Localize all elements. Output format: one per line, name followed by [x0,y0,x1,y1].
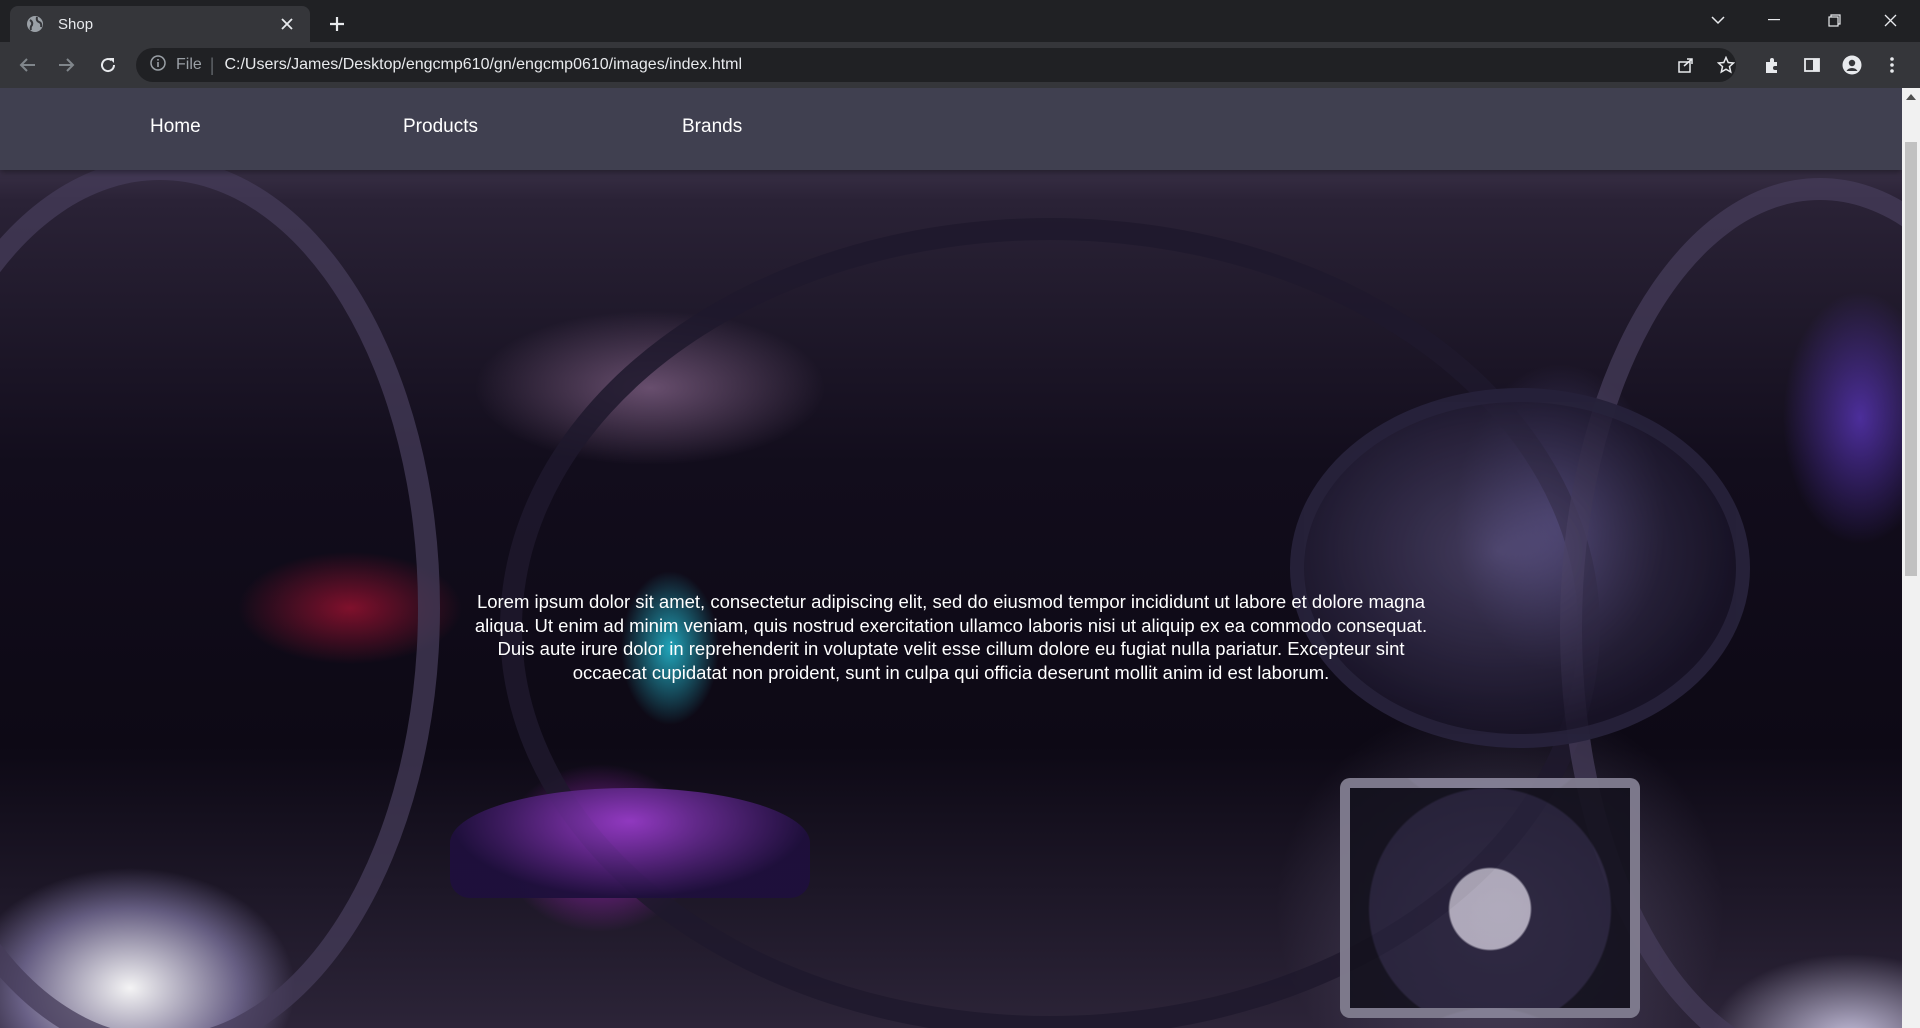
cooler-pump-shape [1290,388,1750,748]
nav-link-home[interactable]: Home [150,116,201,138]
scheme-label: File [176,56,202,73]
menu-kebab-icon[interactable] [1876,49,1908,81]
globe-icon [26,15,44,33]
info-icon[interactable] [150,54,166,76]
bookmark-star-icon[interactable] [1710,55,1742,75]
restore-button[interactable] [1806,0,1862,40]
close-window-button[interactable] [1862,0,1918,40]
hero-paragraph: Lorem ipsum dolor sit amet, consectetur … [474,591,1428,683]
profile-icon[interactable] [1836,49,1868,81]
reload-button[interactable] [92,49,124,81]
minimize-button[interactable] [1746,0,1802,40]
gpu-shape [450,788,810,898]
tab-strip: Shop [0,0,1920,42]
nav-link-products[interactable]: Products [403,116,478,138]
url-text[interactable]: C:/Users/James/Desktop/engcmp610/gn/engc… [224,56,742,74]
tab-title: Shop [58,15,94,33]
forward-button[interactable] [50,49,82,81]
site-nav: Home Products Brands [0,88,1902,170]
nav-link-brands[interactable]: Brands [682,116,742,138]
browser-toolbar: File | C:/Users/James/Desktop/engcmp610/… [0,42,1920,88]
case-fan-shape [1340,778,1640,1018]
scroll-up-arrow-icon[interactable] [1902,88,1920,105]
hero-background-image [0,88,1902,1028]
new-tab-button[interactable] [322,9,352,39]
page-scrollbar[interactable] [1902,88,1920,1028]
browser-tab[interactable]: Shop [10,6,310,42]
scrollbar-thumb[interactable] [1905,142,1917,576]
page-viewport: Home Products Brands Lorem ipsum dolor s… [0,88,1902,1028]
address-bar[interactable]: File | C:/Users/James/Desktop/engcmp610/… [136,48,1736,82]
scheme-separator: | [209,54,215,75]
close-tab-icon[interactable] [276,13,298,35]
extensions-icon[interactable] [1756,49,1788,81]
side-panel-icon[interactable] [1796,49,1828,81]
case-frame-arc [0,158,440,1028]
tab-search-icon[interactable] [1690,0,1746,40]
share-icon[interactable] [1670,55,1702,75]
back-button[interactable] [12,49,44,81]
